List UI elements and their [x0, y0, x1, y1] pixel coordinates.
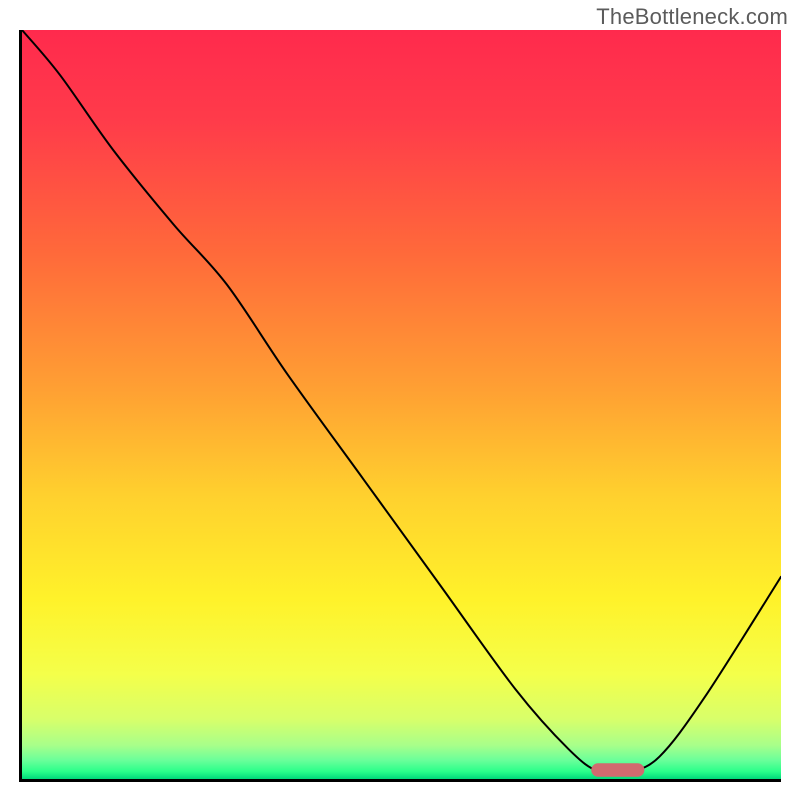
- watermark-text: TheBottleneck.com: [596, 4, 788, 30]
- optimal-marker: [22, 30, 781, 779]
- chart-container: TheBottleneck.com: [0, 0, 800, 800]
- plot-frame: [19, 30, 781, 782]
- plot-area: [22, 30, 781, 779]
